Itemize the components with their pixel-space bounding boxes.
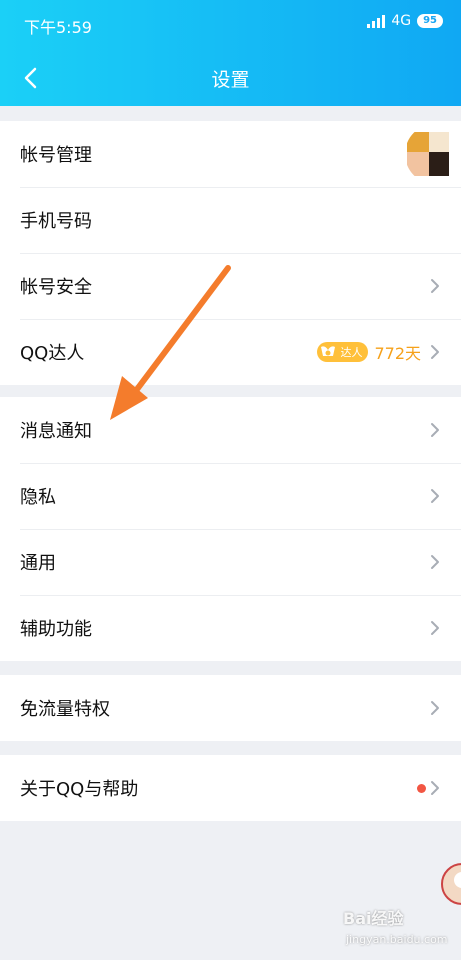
floating-mascot[interactable] [440,858,461,910]
annotation-arrow [110,265,231,420]
watermark-logo: Bai经验 [343,909,404,928]
watermark-url: jingyan.baidu.com [346,933,448,946]
